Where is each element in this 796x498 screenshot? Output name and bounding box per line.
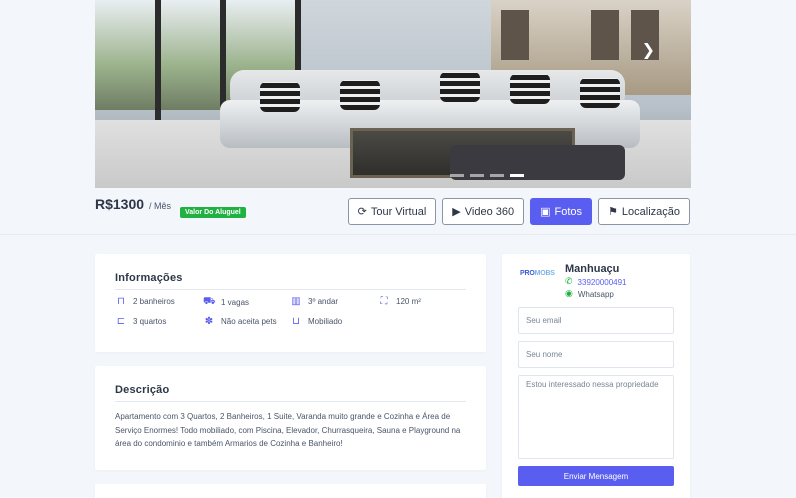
info-text: Não aceita pets: [221, 317, 277, 326]
refresh-icon: ⟳: [357, 205, 367, 218]
description-title: Descrição: [115, 384, 170, 396]
next-card: [95, 484, 486, 498]
whatsapp-icon: ◉: [565, 289, 573, 299]
chevron-right-icon[interactable]: ❯: [642, 40, 655, 59]
info-bedrooms: ⊏ 3 quartos: [115, 316, 167, 327]
info-text: 120 m²: [396, 297, 421, 306]
info-parking: ⛟ 1 vagas: [203, 296, 249, 309]
button-label: Tour Virtual: [370, 205, 427, 218]
info-text: 3º andar: [308, 297, 339, 306]
description-card: Descrição Apartamento com 3 Quartos, 2 B…: [95, 366, 486, 470]
hero-photo-pillow: [260, 82, 300, 112]
hero-photo-pillow: [440, 72, 480, 102]
divider: [115, 289, 466, 290]
gallery-indicators: [450, 174, 524, 177]
whatsapp-label: Whatsapp: [577, 289, 614, 299]
agent-name: Manhuaçu: [565, 263, 620, 275]
tour-virtual-button[interactable]: ⟳ Tour Virtual: [347, 198, 437, 225]
phone-number: 33920000491: [577, 277, 627, 287]
gallery-dot[interactable]: [490, 174, 504, 177]
divider: [115, 401, 466, 402]
whatsapp-link[interactable]: ◉ Whatsapp: [565, 289, 614, 299]
info-title: Informações: [115, 272, 183, 284]
info-text: 1 vagas: [221, 298, 250, 307]
price-block: R$1300 / Mês: [95, 196, 171, 212]
area-icon: ⛶: [380, 296, 388, 307]
building-icon: ▥: [291, 296, 301, 307]
hero-photo-pillow: [510, 74, 550, 104]
agent-phone[interactable]: ✆ 33920000491: [565, 277, 627, 287]
car-icon: ⛟: [203, 296, 216, 307]
hero-photo-pillow: [340, 80, 380, 110]
gallery-dot[interactable]: [450, 174, 464, 177]
phone-icon: ✆: [565, 277, 573, 287]
button-label: Video 360: [464, 205, 515, 218]
name-field[interactable]: [518, 341, 674, 368]
location-button[interactable]: ⚑ Localização: [598, 198, 690, 225]
photos-button[interactable]: ▣ Fotos: [530, 198, 593, 225]
media-tabs: ⟳ Tour Virtual ▶ Video 360 ▣ Fotos ⚑ Loc…: [347, 198, 690, 225]
logo-text-b: MOBS: [534, 270, 555, 277]
rent-badge: Valor Do Aluguel: [180, 207, 246, 218]
price-period: / Mês: [149, 201, 172, 211]
video-360-button[interactable]: ▶ Video 360: [442, 198, 525, 225]
send-message-button[interactable]: Enviar Mensagem: [518, 466, 674, 486]
info-pets: ✽ Não aceita pets: [203, 316, 277, 327]
sofa-icon: ⊔: [292, 316, 300, 327]
play-icon: ▶: [452, 205, 461, 218]
message-field[interactable]: [518, 375, 674, 459]
section-divider: [0, 234, 796, 235]
map-icon: ⚑: [608, 205, 618, 218]
description-text: Apartamento com 3 Quartos, 2 Banheiros, …: [115, 412, 461, 448]
info-text: 3 quartos: [133, 317, 167, 326]
paw-icon: ✽: [204, 316, 214, 327]
button-label: Fotos: [554, 205, 583, 218]
button-label: Localização: [621, 205, 680, 218]
email-field[interactable]: [518, 307, 674, 334]
info-area: ⛶ 120 m²: [378, 296, 421, 307]
image-icon: ▣: [540, 205, 551, 218]
hero-photo-pillow: [580, 78, 620, 108]
kitchen-cabinet: [501, 10, 529, 60]
agency-logo: PROMOBS: [520, 270, 555, 277]
kitchen-cabinet: [591, 10, 619, 60]
window-frame: [155, 0, 161, 120]
info-text: 2 banheiros: [133, 297, 175, 306]
logo-text-a: PRO: [520, 270, 535, 277]
info-bathrooms: ⊓ 2 banheiros: [115, 296, 175, 307]
info-furnished: ⊔ Mobiliado: [290, 316, 342, 327]
bed-icon: ⊏: [116, 316, 126, 327]
info-text: Mobiliado: [308, 317, 343, 326]
contact-card: PROMOBS Manhuaçu ✆ 33920000491 ◉ Whatsap…: [502, 254, 690, 498]
bath-icon: ⊓: [117, 296, 125, 307]
info-floor: ▥ 3º andar: [290, 296, 338, 307]
info-card: Informações ⊓ 2 banheiros ⛟ 1 vagas ▥ 3º…: [95, 254, 486, 352]
gallery-dot-active[interactable]: [510, 174, 524, 177]
property-photo-gallery[interactable]: ❯: [95, 0, 691, 188]
price-value: R$1300: [95, 196, 145, 212]
gallery-dot[interactable]: [470, 174, 484, 177]
